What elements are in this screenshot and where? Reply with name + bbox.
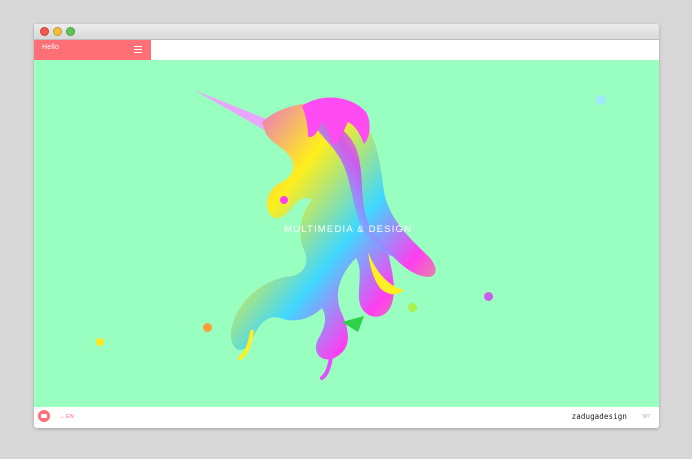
site-footer: → EN zadugadesign W? bbox=[34, 407, 659, 428]
corner-tag[interactable]: W? bbox=[643, 414, 651, 420]
hello-label: Hello bbox=[42, 44, 59, 51]
close-window-button[interactable] bbox=[40, 27, 49, 36]
hero-tagline: MULTIMEDIA & DESIGN bbox=[284, 224, 413, 235]
maximize-window-button[interactable] bbox=[66, 27, 75, 36]
window-titlebar bbox=[34, 24, 659, 40]
minimize-window-button[interactable] bbox=[53, 27, 62, 36]
hero-stage: MULTIMEDIA & DESIGN bbox=[34, 60, 659, 407]
language-switch-link[interactable]: → EN bbox=[59, 414, 74, 420]
confetti-dot-blue bbox=[596, 95, 606, 105]
browser-window: Hello MULTIMEDIA & DESIGN → EN zadugades… bbox=[34, 24, 659, 428]
brand-logo-text[interactable]: zadugadesign bbox=[572, 412, 627, 421]
chat-badge-icon[interactable] bbox=[38, 410, 50, 422]
hello-menu-toggle[interactable]: Hello bbox=[34, 40, 151, 60]
site-header: Hello bbox=[34, 40, 659, 60]
confetti-dot-purple bbox=[484, 292, 493, 301]
confetti-dot-yellow bbox=[96, 338, 104, 346]
hamburger-menu-icon[interactable] bbox=[134, 46, 142, 53]
